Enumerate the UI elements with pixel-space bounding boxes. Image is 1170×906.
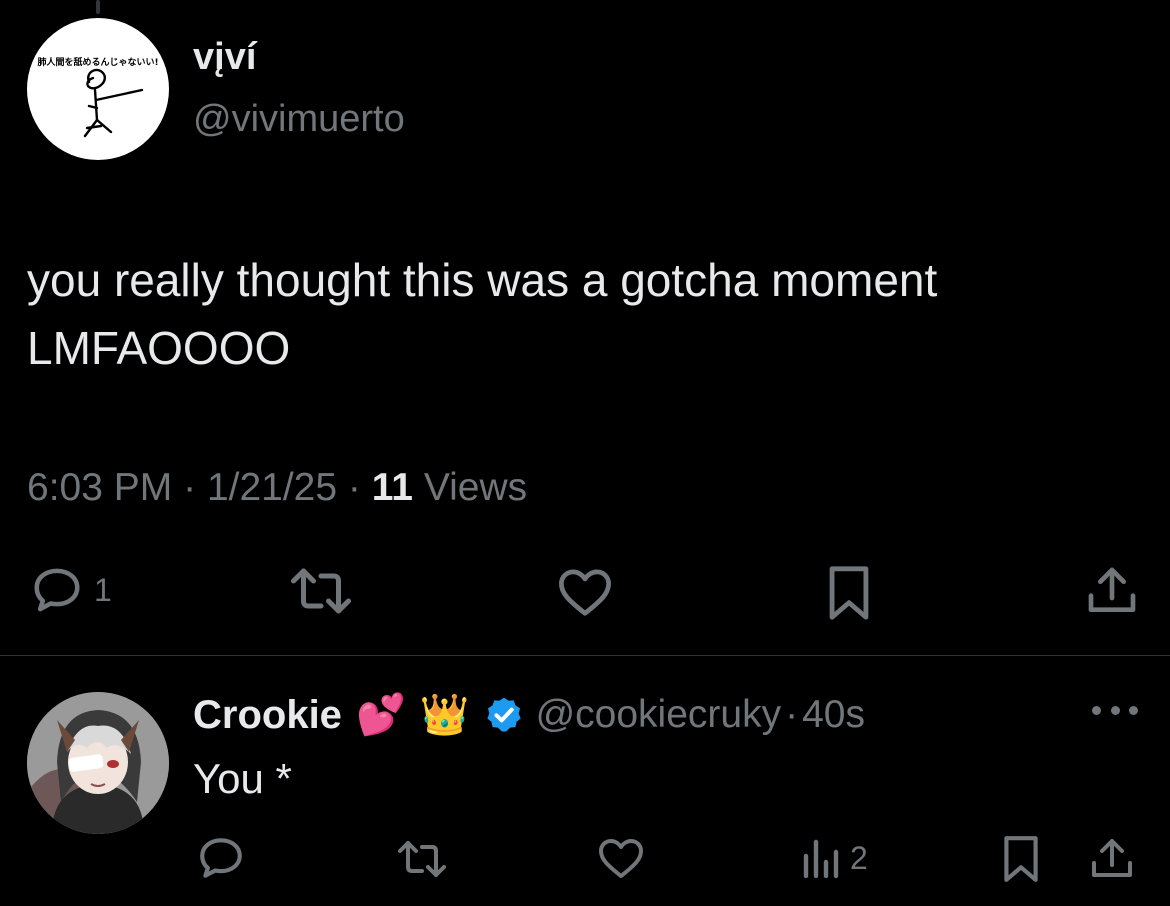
reply-views-button[interactable]: 2 <box>800 836 868 880</box>
reply-icon <box>34 568 80 612</box>
heart-icon <box>599 839 643 878</box>
reply-button[interactable]: 1 <box>30 565 112 615</box>
reply-share-button[interactable] <box>1088 834 1136 884</box>
dot <box>1092 705 1101 715</box>
thread-connector <box>96 0 100 14</box>
avatar-stick-figure-image: 肺人間を舐めるんじゃないい! <box>37 56 159 138</box>
reply-repost-button[interactable] <box>394 838 450 880</box>
reply-icon <box>200 838 242 878</box>
bookmark-icon <box>829 566 869 620</box>
meta-separator: · <box>183 466 197 509</box>
header-separator: · <box>785 693 799 736</box>
reply-display-name[interactable]: Crookie <box>193 693 342 738</box>
repost-icon <box>291 568 351 614</box>
main-avatar[interactable]: 肺人間を舐めるんじゃないい! <box>27 18 169 160</box>
reply-views-count: 2 <box>850 839 868 876</box>
share-icon <box>1088 567 1136 612</box>
tweet-metadata: 6:03 PM · 1/21/25 · 11 Views <box>27 468 527 507</box>
dot <box>1110 705 1120 715</box>
author-display-name[interactable]: vįví <box>193 38 256 76</box>
reply-avatar[interactable] <box>27 692 169 834</box>
more-options-icon[interactable] <box>1092 700 1138 720</box>
views-chart-icon <box>803 839 839 879</box>
bookmark-button[interactable] <box>824 564 874 622</box>
tweet-text-line: LMFAOOOO <box>27 322 291 374</box>
reply-like-button[interactable] <box>597 836 645 880</box>
two-hearts-emoji: 💕 <box>355 693 406 737</box>
heart-icon <box>559 569 611 616</box>
avatar-anime-character-image <box>27 692 169 834</box>
verified-badge-icon[interactable] <box>484 695 524 735</box>
reply-count: 1 <box>94 571 112 608</box>
author-handle[interactable]: @vivimuerto <box>193 100 405 138</box>
share-icon <box>1092 839 1132 877</box>
reply-header: Crookie 💕 👑 @cookiecruky · 40s <box>193 688 865 742</box>
meta-separator: · <box>347 466 361 509</box>
crown-emoji: 👑 <box>419 693 470 737</box>
views-count: 11 <box>371 466 413 509</box>
repost-icon <box>398 841 446 877</box>
tweet-time[interactable]: 6:03 PM <box>27 466 172 509</box>
repost-button[interactable] <box>286 566 356 616</box>
views-label: Views <box>423 466 528 509</box>
avatar-caption: 肺人間を舐めるんじゃないい! <box>37 56 158 68</box>
tweet-date[interactable]: 1/21/25 <box>207 466 337 509</box>
reply-bookmark-button[interactable] <box>1000 834 1042 884</box>
dot <box>1129 705 1138 715</box>
tweet-text-line: you really thought this was a gotcha mom… <box>27 254 938 306</box>
tweet-text: you really thought this was a gotcha mom… <box>27 246 1137 382</box>
bookmark-icon <box>1004 836 1038 882</box>
reply-timestamp[interactable]: 40s <box>802 693 865 737</box>
tweet-divider <box>0 655 1170 656</box>
reply-reply-button[interactable] <box>196 835 246 881</box>
share-button[interactable] <box>1084 562 1140 620</box>
reply-handle[interactable]: @cookiecruky <box>536 693 782 737</box>
like-button[interactable] <box>556 566 614 618</box>
reply-text: You * <box>193 755 292 802</box>
